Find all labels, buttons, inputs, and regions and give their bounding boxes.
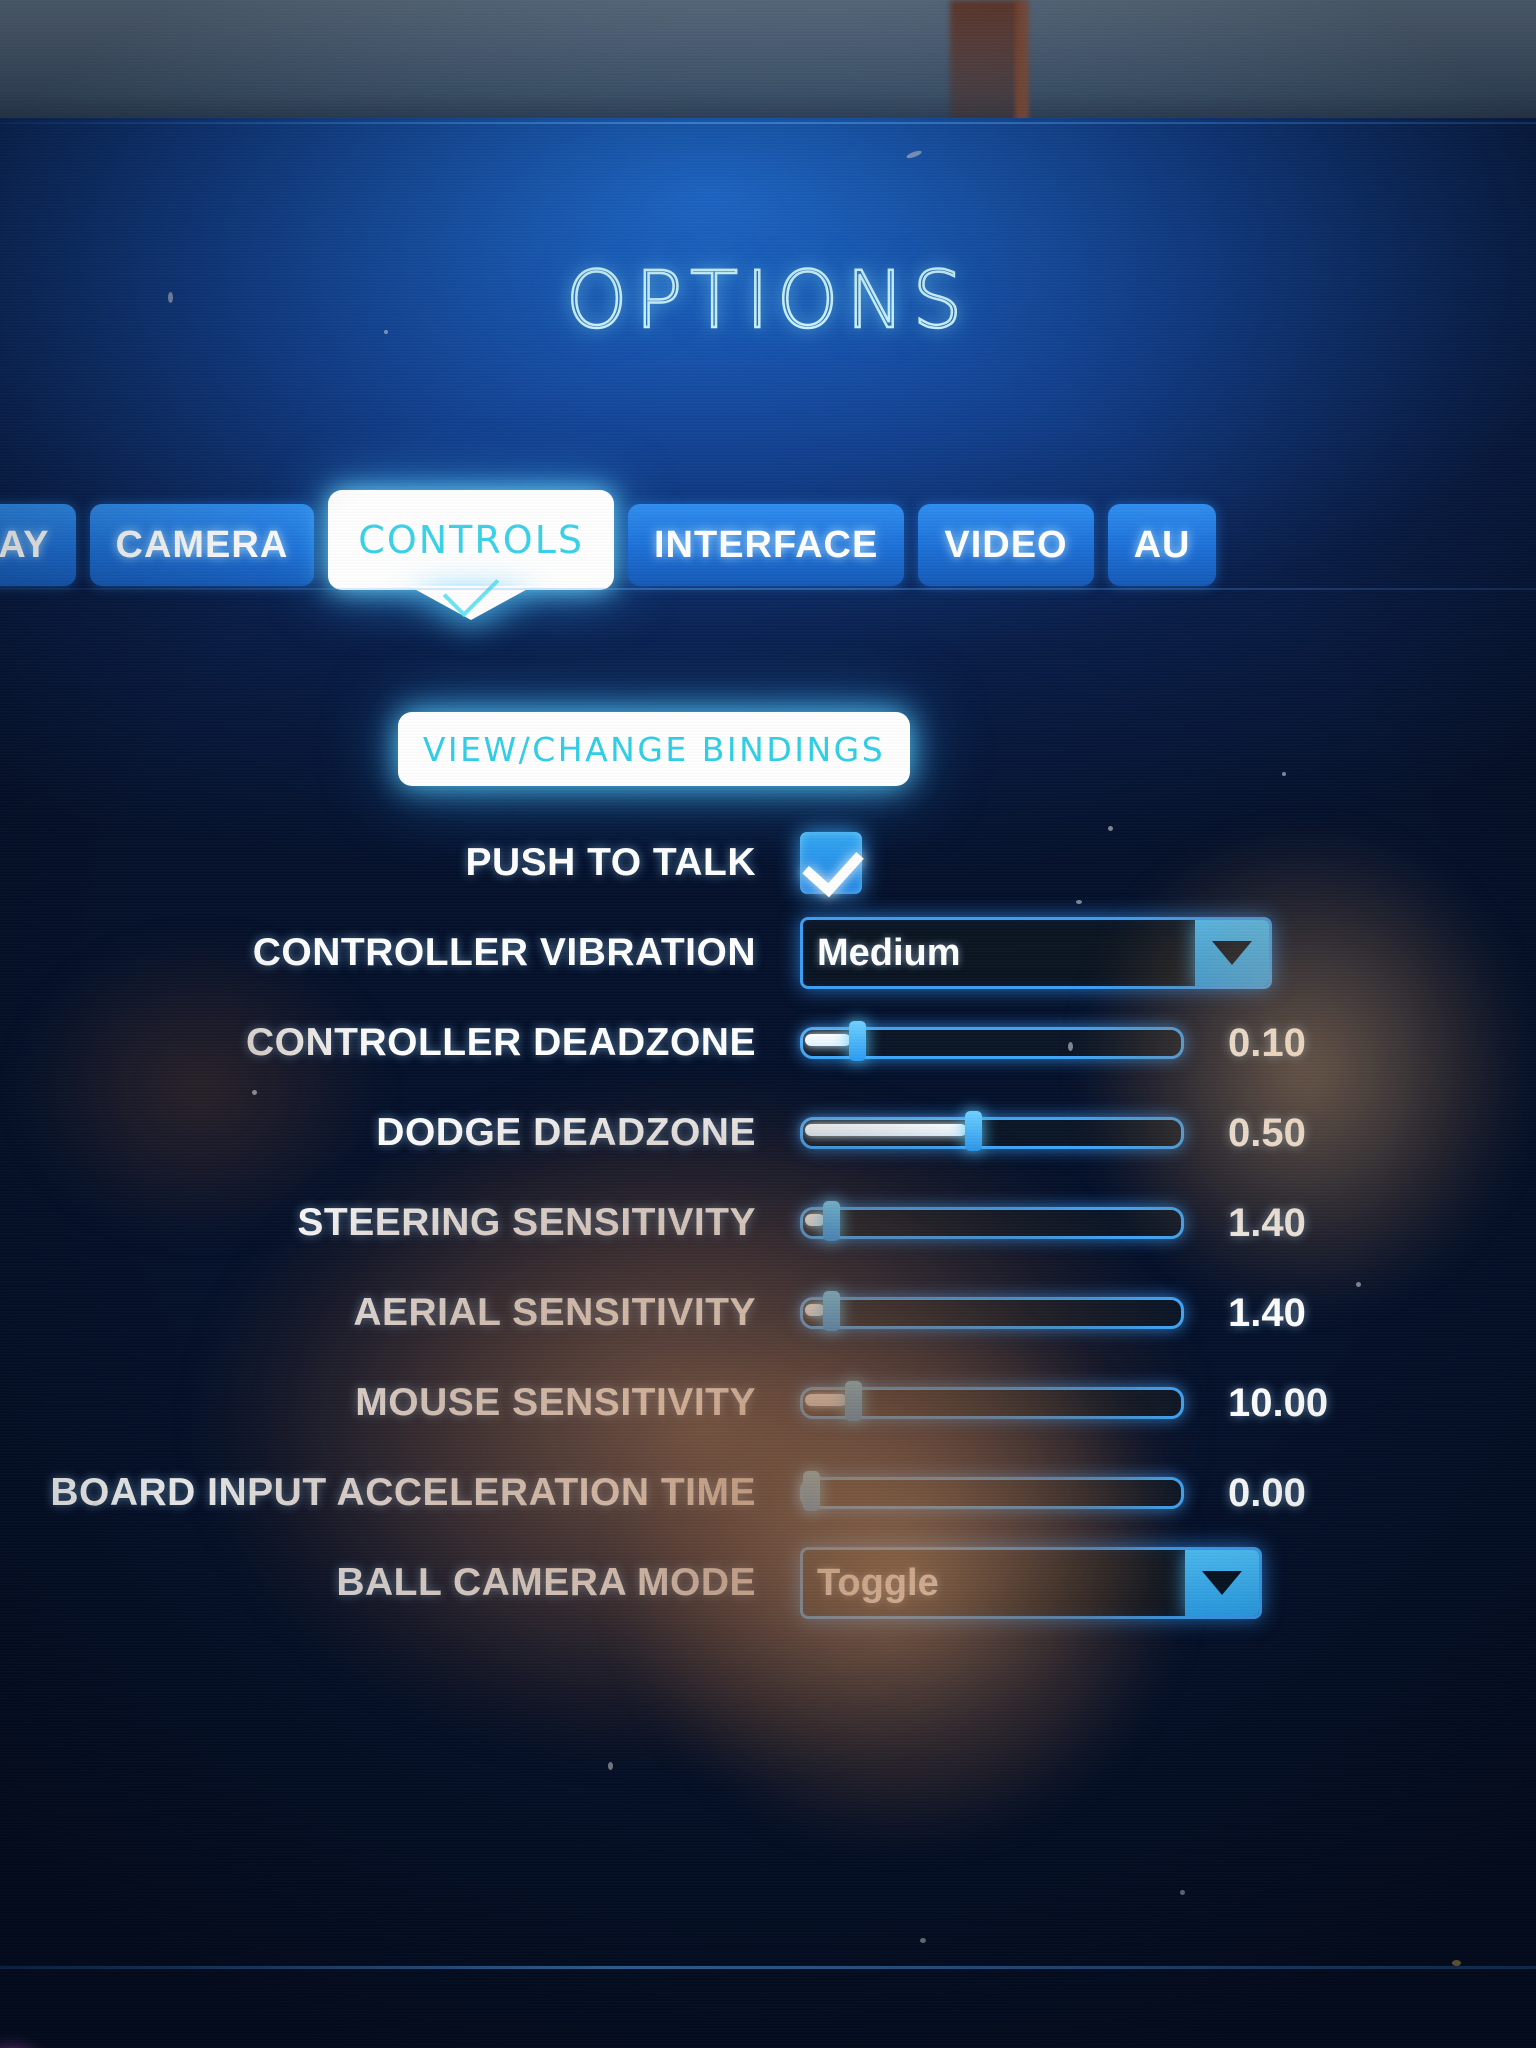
dropdown-arrow-button[interactable] [1185,1550,1259,1616]
setting-label: STEERING SENSITIVITY [297,1201,756,1244]
screen-photo: OPTIONS LAY CAMERA CONTROLS INTERFACE VI… [0,0,1536,2048]
setting-row-steering-sensitivity: STEERING SENSITIVITY 1.40 [0,1178,1536,1268]
setting-row-controller-vibration: CONTROLLER VIBRATION Medium [0,908,1536,998]
setting-value: 1.40 [1228,1200,1306,1245]
setting-row-ball-camera-mode: BALL CAMERA MODE Toggle [0,1538,1536,1628]
view-change-bindings-label: VIEW/CHANGE BINDINGS [422,729,886,769]
setting-row-keyboard-input-acceleration-time: BOARD INPUT ACCELERATION TIME 0.00 [0,1448,1536,1538]
dropdown-value: Medium [817,931,961,974]
setting-control [800,1381,1184,1421]
steering-sensitivity-slider[interactable] [800,1201,1184,1241]
setting-row-dodge-deadzone: DODGE DEADZONE 0.50 [0,1088,1536,1178]
slider-thumb[interactable] [965,1111,982,1151]
setting-label: MOUSE SENSITIVITY [355,1381,756,1424]
slider-thumb[interactable] [849,1021,866,1061]
tab-camera[interactable]: CAMERA [89,504,315,586]
setting-label: CONTROLLER VIBRATION [252,931,756,974]
setting-control [800,1291,1184,1331]
setting-control: Toggle [800,1547,1262,1619]
tab-audio-label: AU [1133,523,1191,566]
setting-control [800,1021,1184,1061]
wall-streak [950,0,1020,124]
page-title-text: OPTIONS [565,255,971,348]
page-title: OPTIONS [0,255,1536,348]
setting-row-controller-deadzone: CONTROLLER DEADZONE 0.10 [0,998,1536,1088]
setting-row-mouse-sensitivity: MOUSE SENSITIVITY 10.00 [0,1358,1536,1448]
setting-row-push-to-talk: PUSH TO TALK [0,818,1536,908]
tab-controls[interactable]: CONTROLS [328,490,614,620]
caret-down-icon [1202,1571,1242,1595]
slider-thumb[interactable] [845,1381,862,1421]
setting-label: DODGE DEADZONE [376,1111,756,1154]
slider-fill [805,1304,825,1316]
top-divider [0,122,1536,124]
controller-deadzone-slider[interactable] [800,1021,1184,1061]
setting-label: PUSH TO TALK [465,841,756,884]
caret-down-icon [1212,941,1252,965]
tab-audio[interactable]: AU [1107,504,1217,586]
setting-control [800,1111,1184,1151]
footer-bar: DEFAULT [0,2018,1536,2048]
slider-thumb[interactable] [803,1471,820,1511]
setting-value: 0.10 [1228,1020,1306,1065]
push-to-talk-checkbox[interactable] [800,832,864,898]
tab-gameplay-label: LAY [0,523,50,566]
slider-thumb[interactable] [823,1291,840,1331]
settings-list: PUSH TO TALK CONTROLLER VIBRATION Medium [0,818,1536,1628]
setting-control [800,1471,1184,1511]
setting-control [800,1201,1184,1241]
setting-row-aerial-sensitivity: AERIAL SENSITIVITY 1.40 [0,1268,1536,1358]
tab-video-label: VIDEO [944,523,1068,566]
tab-camera-label: CAMERA [115,523,289,566]
slider-fill [805,1214,825,1226]
check-icon [802,834,864,898]
options-tab-bar[interactable]: LAY CAMERA CONTROLS INTERFACE VIDEO AU [0,490,1536,620]
tab-interface-label: INTERFACE [653,523,879,566]
setting-value: 1.40 [1228,1290,1306,1335]
ball-camera-mode-dropdown[interactable]: Toggle [800,1547,1262,1619]
setting-value: 0.00 [1228,1470,1306,1515]
slider-fill [805,1394,847,1406]
keyboard-input-acceleration-time-slider[interactable] [800,1471,1184,1511]
slider-thumb[interactable] [823,1201,840,1241]
dropdown-value: Toggle [817,1561,939,1604]
wall-streak-narrow [1015,0,1029,124]
aerial-sensitivity-slider[interactable] [800,1291,1184,1331]
setting-control [800,832,864,898]
footer-divider [0,1966,1536,1969]
tab-gameplay[interactable]: LAY [0,504,76,586]
dropdown-arrow-button[interactable] [1195,920,1269,986]
tabbar-divider [0,588,1536,590]
setting-label: AERIAL SENSITIVITY [353,1291,756,1334]
dodge-deadzone-slider[interactable] [800,1111,1184,1151]
options-screen: OPTIONS LAY CAMERA CONTROLS INTERFACE VI… [0,118,1536,2048]
room-background [0,0,1536,124]
slider-fill [805,1124,967,1136]
setting-value: 10.00 [1228,1380,1329,1425]
setting-value: 0.50 [1228,1110,1306,1155]
setting-control: Medium [800,917,1272,989]
tab-controls-label: CONTROLS [358,518,584,562]
tab-video[interactable]: VIDEO [918,504,1094,586]
slider-fill [805,1034,851,1046]
setting-label: CONTROLLER DEADZONE [246,1021,756,1064]
setting-label: BALL CAMERA MODE [336,1561,756,1604]
setting-label: BOARD INPUT ACCELERATION TIME [50,1471,756,1514]
controller-vibration-dropdown[interactable]: Medium [800,917,1272,989]
mouse-sensitivity-slider[interactable] [800,1381,1184,1421]
tab-interface[interactable]: INTERFACE [627,504,905,586]
view-change-bindings-button[interactable]: VIEW/CHANGE BINDINGS [398,712,910,786]
